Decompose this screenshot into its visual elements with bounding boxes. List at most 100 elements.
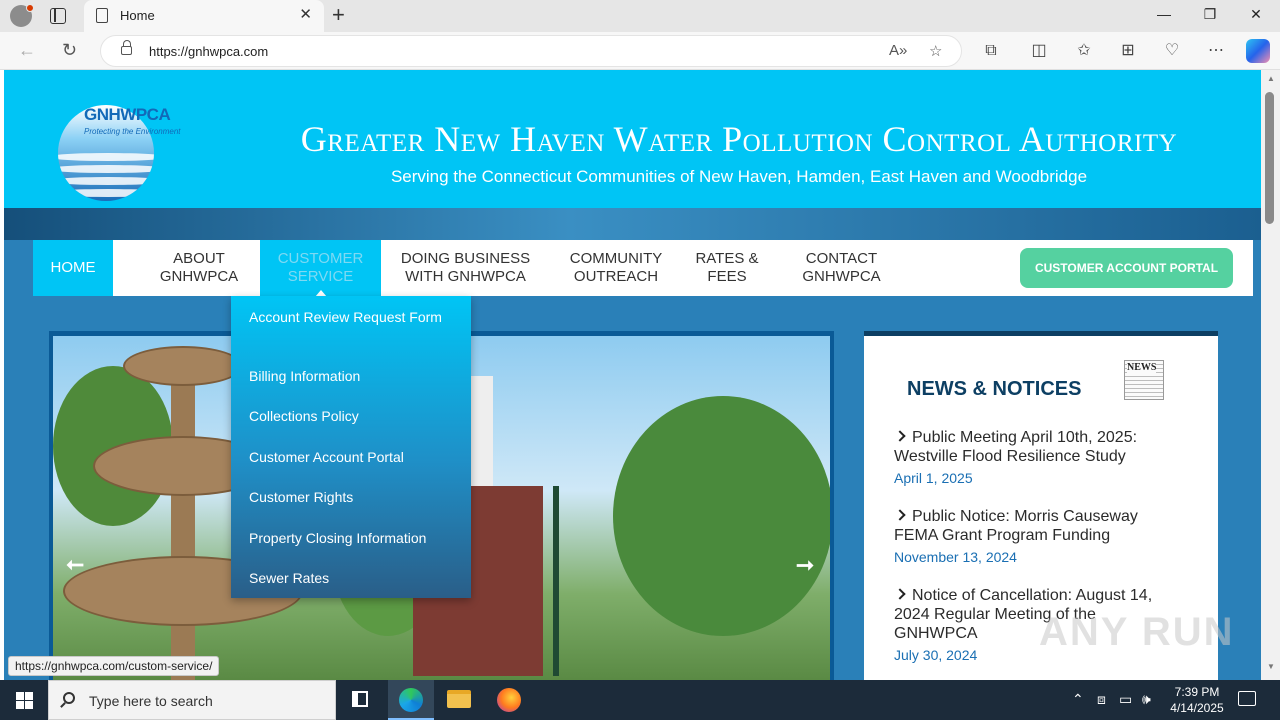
- tab-actions-icon[interactable]: [50, 8, 66, 24]
- newspaper-icon-label: NEWS: [1127, 362, 1157, 373]
- collections-icon[interactable]: ⊞: [1118, 41, 1138, 61]
- web-page: GNHWPCA Protecting the Environment Great…: [4, 70, 1261, 680]
- volume-icon[interactable]: 🕪: [1142, 691, 1151, 708]
- news-date: November 13, 2024: [894, 549, 1017, 565]
- task-view-icon: [352, 691, 368, 707]
- wifi-icon[interactable]: ▭: [1119, 691, 1132, 708]
- browser-tab-home[interactable]: Home ✕: [84, 0, 324, 32]
- minimize-button[interactable]: —: [1154, 6, 1174, 22]
- clock-date: 4/14/2025: [1170, 701, 1224, 715]
- news-item[interactable]: Public Notice: Morris Causeway FEMA Gran…: [894, 507, 1174, 565]
- nav-doing-business[interactable]: DOING BUSINESS WITH GNHWPCA: [393, 240, 538, 296]
- more-menu-icon[interactable]: ⋯: [1206, 41, 1226, 61]
- news-headline[interactable]: Public Notice: Morris Causeway FEMA Gran…: [894, 508, 1138, 544]
- news-item[interactable]: Public Meeting April 10th, 2025: Westvil…: [894, 428, 1174, 486]
- notifications-icon[interactable]: [1238, 691, 1256, 706]
- status-bar-url: https://gnhwpca.com/custom-service/: [8, 656, 220, 676]
- nav-label: ABOUT GNHWPCA: [159, 250, 239, 285]
- close-tab-icon[interactable]: ✕: [299, 7, 312, 23]
- browser-toolbar: ← ↻ https://gnhwpca.com A» ☆ ⧉ ◫ ✩ ⊞ ♡ ⋯: [0, 32, 1280, 70]
- site-header: GNHWPCA Protecting the Environment Great…: [4, 70, 1261, 210]
- nav-community-outreach[interactable]: COMMUNITY OUTREACH: [561, 240, 671, 296]
- favorite-star-icon[interactable]: ☆: [929, 42, 942, 60]
- windows-start-icon[interactable]: [16, 692, 33, 709]
- chevron-right-icon: [894, 430, 906, 442]
- lock-icon[interactable]: [121, 40, 132, 55]
- taskbar-search-box[interactable]: Type here to search: [48, 680, 336, 720]
- browser-tab-bar: Home ✕ + — ❐ ✕: [0, 0, 1280, 32]
- logo-tagline: Protecting the Environment: [84, 127, 181, 136]
- search-placeholder: Type here to search: [89, 693, 213, 709]
- chevron-right-icon: [894, 588, 906, 600]
- tab-title: Home: [120, 8, 155, 23]
- nav-about[interactable]: ABOUT GNHWPCA: [149, 240, 249, 296]
- extensions-icon[interactable]: ⧉: [981, 41, 1001, 61]
- slider-prev-arrow-icon[interactable]: ⭠: [63, 553, 87, 577]
- dropdown-item-account-review[interactable]: Account Review Request Form: [249, 308, 459, 326]
- clock-time: 7:39 PM: [1174, 685, 1220, 699]
- folder-icon: [447, 690, 471, 708]
- newspaper-icon: NEWS: [1124, 360, 1164, 400]
- close-window-button[interactable]: ✕: [1246, 6, 1266, 23]
- scroll-down-icon[interactable]: ▼: [1267, 662, 1275, 671]
- nav-home[interactable]: HOME: [33, 240, 113, 296]
- nav-label: CUSTOMER SERVICE: [277, 250, 364, 285]
- dropdown-item-property-closing[interactable]: Property Closing Information: [249, 529, 459, 547]
- taskbar-firefox[interactable]: [486, 680, 532, 720]
- main-navigation: HOME ABOUT GNHWPCA CUSTOMER SERVICE DOIN…: [33, 240, 1253, 297]
- anyrun-watermark: ANY RUN: [1039, 610, 1235, 654]
- taskbar-clock[interactable]: 7:39 PM 4/14/2025: [1166, 684, 1228, 716]
- edge-icon: [399, 688, 423, 712]
- network-icon[interactable]: ⧈: [1097, 691, 1106, 708]
- site-subtitle: Serving the Connecticut Communities of N…: [390, 167, 1088, 186]
- back-arrow-icon[interactable]: ←: [18, 40, 36, 60]
- read-aloud-icon[interactable]: A»: [889, 42, 907, 59]
- web-viewport: GNHWPCA Protecting the Environment Great…: [0, 70, 1280, 680]
- dropdown-item-billing[interactable]: Billing Information: [249, 367, 459, 385]
- scroll-thumb[interactable]: [1265, 92, 1274, 224]
- profile-avatar-icon[interactable]: [10, 4, 34, 27]
- page-icon: [96, 8, 108, 23]
- dropdown-item-collections[interactable]: Collections Policy: [249, 407, 459, 425]
- favorites-icon[interactable]: ✩: [1074, 41, 1094, 61]
- customer-account-portal-button[interactable]: CUSTOMER ACCOUNT PORTAL: [1020, 248, 1233, 288]
- news-date: April 1, 2025: [894, 470, 973, 486]
- chevron-right-icon: [894, 509, 906, 521]
- nav-customer-service[interactable]: CUSTOMER SERVICE: [260, 240, 381, 297]
- search-icon: [63, 692, 75, 704]
- nav-label: DOING BUSINESS WITH GNHWPCA: [400, 250, 531, 285]
- news-title: NEWS & NOTICES: [907, 378, 1082, 400]
- firefox-icon: [497, 688, 521, 712]
- scroll-up-icon[interactable]: ▲: [1267, 74, 1275, 83]
- dropdown-item-account-portal[interactable]: Customer Account Portal: [249, 448, 459, 466]
- taskbar-edge[interactable]: [388, 680, 434, 720]
- taskbar-file-explorer[interactable]: [436, 680, 482, 720]
- nav-label: RATES & FEES: [695, 250, 759, 285]
- header-divider: [4, 208, 1261, 240]
- refresh-icon[interactable]: ↻: [62, 40, 77, 60]
- nav-label: CONTACT GNHWPCA: [802, 250, 881, 285]
- task-view-button[interactable]: [337, 680, 383, 720]
- customer-service-dropdown: Account Review Request Form Billing Info…: [231, 296, 471, 598]
- nav-rates-fees[interactable]: RATES & FEES: [687, 240, 767, 296]
- gnhwpca-logo[interactable]: GNHWPCA Protecting the Environment: [58, 105, 198, 205]
- logo-text: GNHWPCA: [84, 105, 171, 124]
- nav-label: HOME: [50, 259, 96, 276]
- slider-next-arrow-icon[interactable]: ⭢: [793, 553, 817, 577]
- restore-button[interactable]: ❐: [1200, 6, 1220, 23]
- address-bar[interactable]: https://gnhwpca.com A» ☆: [100, 35, 962, 67]
- site-title: Greater New Haven Water Pollution Contro…: [300, 119, 1178, 159]
- dropdown-item-sewer-rates[interactable]: Sewer Rates: [249, 569, 459, 587]
- nav-contact[interactable]: CONTACT GNHWPCA: [789, 240, 894, 296]
- browser-essentials-icon[interactable]: ♡: [1162, 41, 1182, 61]
- news-headline[interactable]: Public Meeting April 10th, 2025: Westvil…: [894, 429, 1137, 465]
- copilot-icon[interactable]: [1246, 39, 1270, 63]
- windows-taskbar: Type here to search ⌃ ⧈ ▭ 🕪 7:39 PM 4/14…: [0, 680, 1280, 720]
- new-tab-button[interactable]: +: [332, 4, 345, 26]
- split-screen-icon[interactable]: ◫: [1029, 41, 1049, 61]
- url-text[interactable]: https://gnhwpca.com: [149, 44, 268, 59]
- nav-label: COMMUNITY OUTREACH: [569, 250, 663, 285]
- show-hidden-icons[interactable]: ⌃: [1072, 691, 1084, 708]
- page-scrollbar[interactable]: ▲ ▼: [1261, 70, 1280, 680]
- dropdown-item-customer-rights[interactable]: Customer Rights: [249, 488, 459, 506]
